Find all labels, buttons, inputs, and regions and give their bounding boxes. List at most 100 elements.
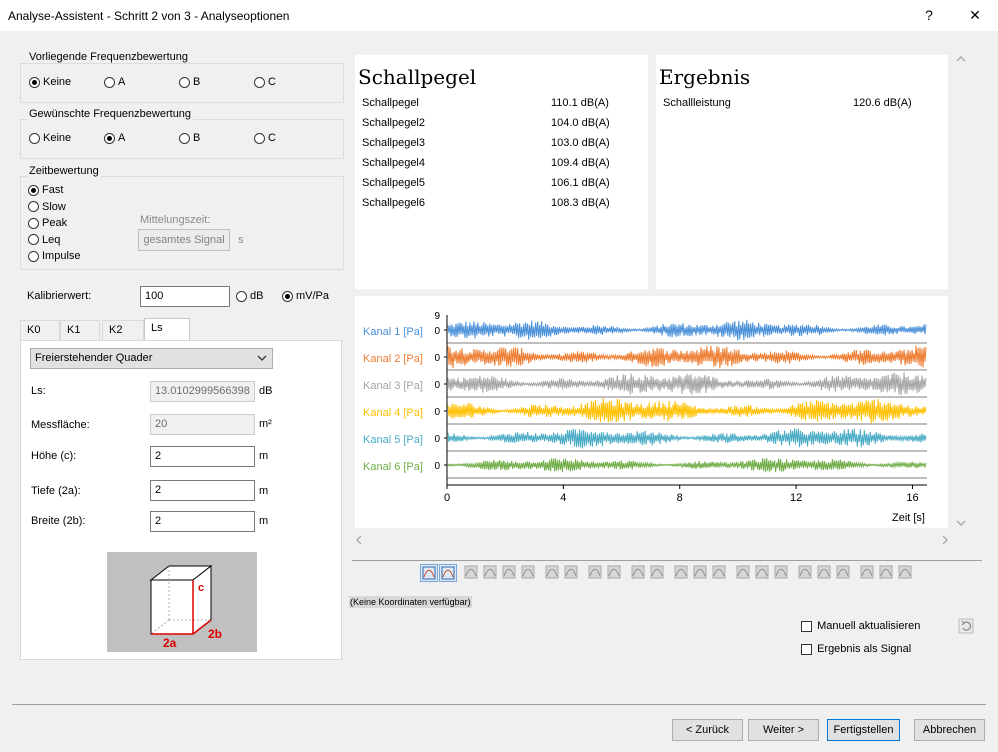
radio-icon[interactable] (28, 250, 39, 262)
vorliegende-option-b[interactable]: B (179, 76, 200, 88)
radio-label: Peak (42, 217, 68, 230)
peak-icon[interactable] (797, 564, 815, 582)
zoom-area-icon[interactable] (773, 564, 791, 582)
zeitbewertung-option-leq[interactable]: Leq (28, 234, 60, 246)
x-tick-label: 16 (906, 492, 918, 504)
kalibrier-option-mv-pa[interactable]: mV/Pa (282, 290, 329, 302)
manuell-checkbox-row[interactable]: Manuell aktualisieren (801, 620, 920, 632)
vorliegende-option-a[interactable]: A (104, 76, 125, 88)
tiefe-input[interactable]: 2 (150, 480, 255, 501)
kalibrier-label: Kalibrierwert: (27, 290, 92, 302)
measure2-icon[interactable] (606, 564, 624, 582)
breite-input[interactable]: 2 (150, 511, 255, 532)
fit-icon[interactable] (859, 564, 877, 582)
radio-label: dB (250, 290, 264, 303)
move-icon[interactable] (544, 564, 562, 582)
horizontal-scrollbar[interactable] (352, 532, 952, 548)
kalibrier-option-db[interactable]: dB (236, 290, 263, 302)
schallpegel-title: Schallpegel (358, 65, 477, 89)
zoom-fit-icon[interactable] (439, 564, 457, 582)
radio-label: C (268, 76, 276, 89)
radio-icon[interactable] (29, 132, 40, 144)
radio-icon[interactable] (104, 132, 115, 144)
messflaeche-label: Messfläche: (31, 419, 90, 431)
hoehe-input[interactable]: 2 (150, 446, 255, 467)
marker2-icon[interactable] (692, 564, 710, 582)
tab-k2[interactable]: K2 (102, 320, 144, 340)
radio-icon[interactable] (179, 76, 190, 88)
gewuenschte-option-c[interactable]: C (254, 132, 276, 144)
zeitbewertung-option-fast[interactable]: Fast (28, 184, 63, 196)
vorliegende-option-c[interactable]: C (254, 76, 276, 88)
radio-icon[interactable] (254, 132, 265, 144)
series-line (447, 372, 927, 396)
tiefe-unit: m (259, 485, 269, 497)
rotate-left-icon[interactable] (463, 564, 481, 582)
shape-icon[interactable] (501, 564, 519, 582)
zeitbewertung-option-slow[interactable]: Slow (28, 201, 66, 213)
radio-icon[interactable] (29, 76, 40, 88)
radio-icon[interactable] (254, 76, 265, 88)
gewuenschte-option-b[interactable]: B (179, 132, 200, 144)
tab-ls[interactable]: Ls (144, 318, 190, 340)
gewuenschte-option-keine[interactable]: Keine (29, 132, 71, 144)
tab-k1[interactable]: K1 (60, 320, 100, 340)
mittelungszeit-button[interactable]: gesamtes Signal (138, 229, 230, 251)
radio-icon[interactable] (282, 290, 293, 302)
next-button[interactable]: Weiter > (748, 719, 819, 741)
radio-icon[interactable] (179, 132, 190, 144)
ergebnis-signal-checkbox[interactable] (801, 643, 812, 655)
marker-icon[interactable] (673, 564, 691, 582)
rotate-right-icon[interactable] (482, 564, 500, 582)
ergebnis-signal-checkbox-row[interactable]: Ergebnis als Signal (801, 643, 911, 655)
channel-zero-label: 0 (434, 353, 440, 364)
schallpegel-row-value: 110.1 dB(A) (551, 97, 609, 109)
manuell-checkbox[interactable] (801, 620, 812, 632)
breite-unit: m (259, 515, 269, 527)
zoom-out-icon[interactable] (754, 564, 772, 582)
finish-button[interactable]: Fertigstellen (827, 719, 900, 741)
shape-dropdown[interactable]: Freierstehender Quader (30, 348, 273, 369)
channel-zero-label: 0 (434, 380, 440, 391)
footer-separator (12, 704, 986, 705)
radio-icon[interactable] (28, 184, 39, 196)
ergebnis-card: Ergebnis Schallleistung 120.6 dB(A) (656, 55, 948, 289)
marker3-icon[interactable] (711, 564, 729, 582)
schallpegel-row-name: Schallpegel3 (362, 137, 425, 149)
peak3-icon[interactable] (835, 564, 853, 582)
help-button[interactable]: ? (906, 0, 952, 31)
tab-k0[interactable]: K0 (20, 320, 60, 340)
series-label: Kanal 1 [Pa] (363, 326, 423, 338)
curve-tool-icon[interactable] (420, 564, 438, 582)
zeitbewertung-option-peak[interactable]: Peak (28, 217, 67, 229)
radio-icon[interactable] (104, 76, 115, 88)
fit2-icon[interactable] (878, 564, 896, 582)
radio-icon[interactable] (28, 201, 39, 213)
close-button[interactable]: ✕ (952, 0, 998, 31)
radio-label: Keine (43, 76, 72, 89)
link-icon[interactable] (649, 564, 667, 582)
wave-icon[interactable] (563, 564, 581, 582)
refresh-icon[interactable] (957, 617, 975, 635)
window-title: Analyse-Assistent - Schritt 2 von 3 - An… (8, 9, 290, 23)
gewuenschte-option-a[interactable]: A (104, 132, 125, 144)
kalibrier-input[interactable]: 100 (140, 286, 230, 307)
radio-icon[interactable] (236, 290, 247, 302)
vorliegende-option-keine[interactable]: Keine (29, 76, 71, 88)
peak2-icon[interactable] (816, 564, 834, 582)
crop-icon[interactable] (630, 564, 648, 582)
radio-icon[interactable] (28, 217, 39, 229)
vertical-scrollbar[interactable] (953, 52, 969, 530)
stop-icon[interactable] (520, 564, 538, 582)
diagram-label-2a: 2a (163, 636, 177, 650)
back-button[interactable]: < Zurück (672, 719, 743, 741)
zoom-in-icon[interactable] (735, 564, 753, 582)
fit3-icon[interactable] (897, 564, 915, 582)
cancel-button[interactable]: Abbrechen (914, 719, 985, 741)
measure-icon[interactable] (587, 564, 605, 582)
zeitbewertung-option-impulse[interactable]: Impulse (28, 250, 81, 262)
signal-chart[interactable]: 9 Kanal 1 [Pa] 0 Kanal 2 [Pa] 0 Kanal 3 [Pa] 0… (355, 296, 948, 528)
radio-label: mV/Pa (296, 290, 330, 303)
radio-icon[interactable] (28, 234, 39, 246)
channel-tabs: K0 K1 K2 Ls (20, 318, 342, 340)
